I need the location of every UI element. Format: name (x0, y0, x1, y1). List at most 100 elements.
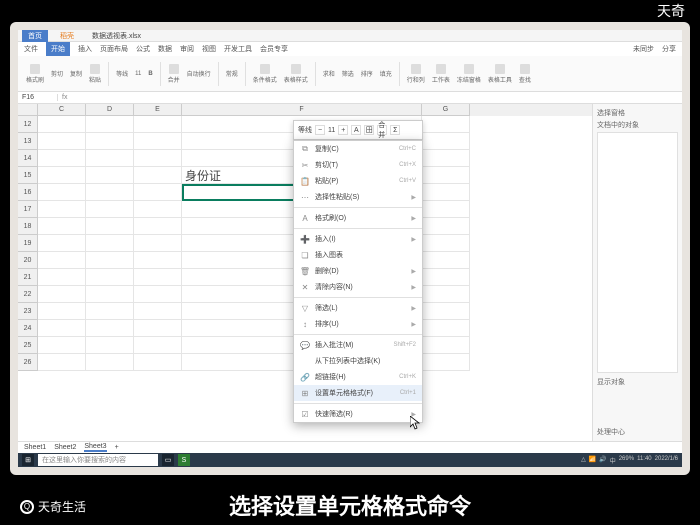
ribbon-bold[interactable]: B (146, 70, 154, 78)
cell[interactable] (134, 235, 182, 252)
cell[interactable] (86, 116, 134, 133)
mini-color-icon[interactable]: A (351, 125, 361, 135)
mini-sum-icon[interactable]: Σ (390, 125, 400, 135)
mini-size[interactable]: 11 (328, 127, 335, 134)
cell[interactable] (86, 337, 134, 354)
name-box[interactable]: F16 (18, 94, 58, 101)
cell[interactable] (422, 354, 470, 371)
ribbon-wrap[interactable]: 自动换行 (185, 68, 213, 79)
ribbon-general[interactable]: 常规 (224, 68, 240, 79)
cell[interactable] (38, 269, 86, 286)
ctx-item[interactable]: ⊞设置单元格格式(F)Ctrl+1 (294, 385, 422, 401)
start-button[interactable]: ⊞ (22, 454, 34, 466)
ctx-item[interactable]: ⋯选择性粘贴(S)▶ (294, 189, 422, 205)
cell[interactable] (422, 337, 470, 354)
tray-ime[interactable]: 中 (610, 456, 616, 465)
cell[interactable] (134, 269, 182, 286)
row-header[interactable]: 18 (18, 218, 38, 235)
cell[interactable] (86, 303, 134, 320)
menu-dev[interactable]: 开发工具 (224, 44, 252, 54)
menu-view[interactable]: 视图 (202, 44, 216, 54)
row-header[interactable]: 20 (18, 252, 38, 269)
cell[interactable] (86, 167, 134, 184)
ctx-item[interactable]: A格式刷(O)▶ (294, 210, 422, 226)
row-header[interactable]: 12 (18, 116, 38, 133)
ribbon-formatbrush[interactable]: 格式刷 (24, 63, 46, 85)
row-header[interactable]: 26 (18, 354, 38, 371)
ribbon-cut[interactable]: 剪切 (49, 68, 65, 79)
cell[interactable] (86, 218, 134, 235)
menu-data[interactable]: 数据 (158, 44, 172, 54)
cell[interactable] (38, 337, 86, 354)
ribbon-sum[interactable]: 求和 (321, 68, 337, 79)
cell[interactable] (86, 201, 134, 218)
ctx-item[interactable]: ↕排序(U)▶ (294, 316, 422, 332)
row-header[interactable]: 19 (18, 235, 38, 252)
cell[interactable] (422, 150, 470, 167)
side-object-list[interactable] (597, 132, 678, 373)
menu-sync[interactable]: 未同步 (633, 44, 654, 54)
ctx-item[interactable]: 🔗超链接(H)Ctrl+K (294, 369, 422, 385)
cell[interactable] (422, 269, 470, 286)
cell[interactable] (134, 184, 182, 201)
mini-size-dec[interactable]: − (315, 125, 325, 135)
cell[interactable] (86, 150, 134, 167)
mini-merge-icon[interactable]: 合并 (377, 125, 387, 135)
ctx-item[interactable]: ✕清除内容(N)▶ (294, 279, 422, 295)
tab-home[interactable]: 首页 (22, 30, 48, 42)
side-bottom[interactable]: 处理中心 (597, 427, 678, 437)
cell[interactable] (422, 167, 470, 184)
cell[interactable] (86, 235, 134, 252)
cell[interactable] (134, 201, 182, 218)
cell[interactable] (86, 184, 134, 201)
cell[interactable] (422, 252, 470, 269)
ctx-item[interactable]: ⧉复制(C)Ctrl+C (294, 141, 422, 157)
row-header[interactable]: 24 (18, 320, 38, 337)
cell[interactable] (422, 133, 470, 150)
col-header-g[interactable]: G (422, 104, 470, 116)
cell[interactable] (38, 184, 86, 201)
row-header[interactable]: 21 (18, 269, 38, 286)
ribbon-sort[interactable]: 排序 (359, 68, 375, 79)
mini-border-icon[interactable]: 田 (364, 125, 374, 135)
mini-size-inc[interactable]: + (338, 125, 348, 135)
ctx-item[interactable]: 💬插入批注(M)Shift+F2 (294, 337, 422, 353)
tray-date[interactable]: 2022/1/6 (655, 456, 678, 465)
ribbon-size[interactable]: 11 (133, 70, 143, 78)
cell[interactable] (134, 167, 182, 184)
row-header[interactable]: 22 (18, 286, 38, 303)
cell[interactable] (38, 286, 86, 303)
ribbon-paste[interactable]: 粘贴 (87, 63, 103, 85)
ribbon-tbltools[interactable]: 表格工具 (486, 63, 514, 85)
cell[interactable] (422, 184, 470, 201)
tab-daoke[interactable]: 稻壳 (54, 30, 80, 42)
ctx-item[interactable]: ❏插入图表 (294, 247, 422, 263)
cell[interactable] (134, 252, 182, 269)
row-header[interactable]: 13 (18, 133, 38, 150)
ctx-item[interactable]: 📋粘贴(P)Ctrl+V (294, 173, 422, 189)
ribbon-merge[interactable]: 合并 (166, 63, 182, 85)
ribbon-sheet[interactable]: 工作表 (430, 63, 452, 85)
cell[interactable] (422, 116, 470, 133)
col-header-c[interactable]: C (38, 104, 86, 116)
cell[interactable] (134, 354, 182, 371)
cell[interactable] (134, 303, 182, 320)
tray-icon[interactable]: 📶 (589, 456, 596, 465)
cell[interactable] (422, 201, 470, 218)
tray-icon[interactable]: △ (581, 456, 586, 465)
cell[interactable] (422, 320, 470, 337)
cell[interactable] (134, 218, 182, 235)
cell[interactable] (38, 167, 86, 184)
cell[interactable] (86, 252, 134, 269)
sheet-add[interactable]: + (115, 444, 119, 451)
menu-member[interactable]: 会员专享 (260, 44, 288, 54)
ctx-item[interactable]: 从下拉列表中选择(K) (294, 353, 422, 369)
tab-document[interactable]: 数据透视表.xlsx (86, 30, 147, 42)
ctx-item[interactable]: ☑快速筛选(R)▶ (294, 406, 422, 422)
menu-start[interactable]: 开始 (46, 42, 70, 56)
task-view-icon[interactable]: ▭ (162, 454, 174, 466)
cell[interactable] (86, 354, 134, 371)
row-header[interactable]: 23 (18, 303, 38, 320)
cell[interactable] (422, 303, 470, 320)
ctx-item[interactable]: ▽筛选(L)▶ (294, 300, 422, 316)
